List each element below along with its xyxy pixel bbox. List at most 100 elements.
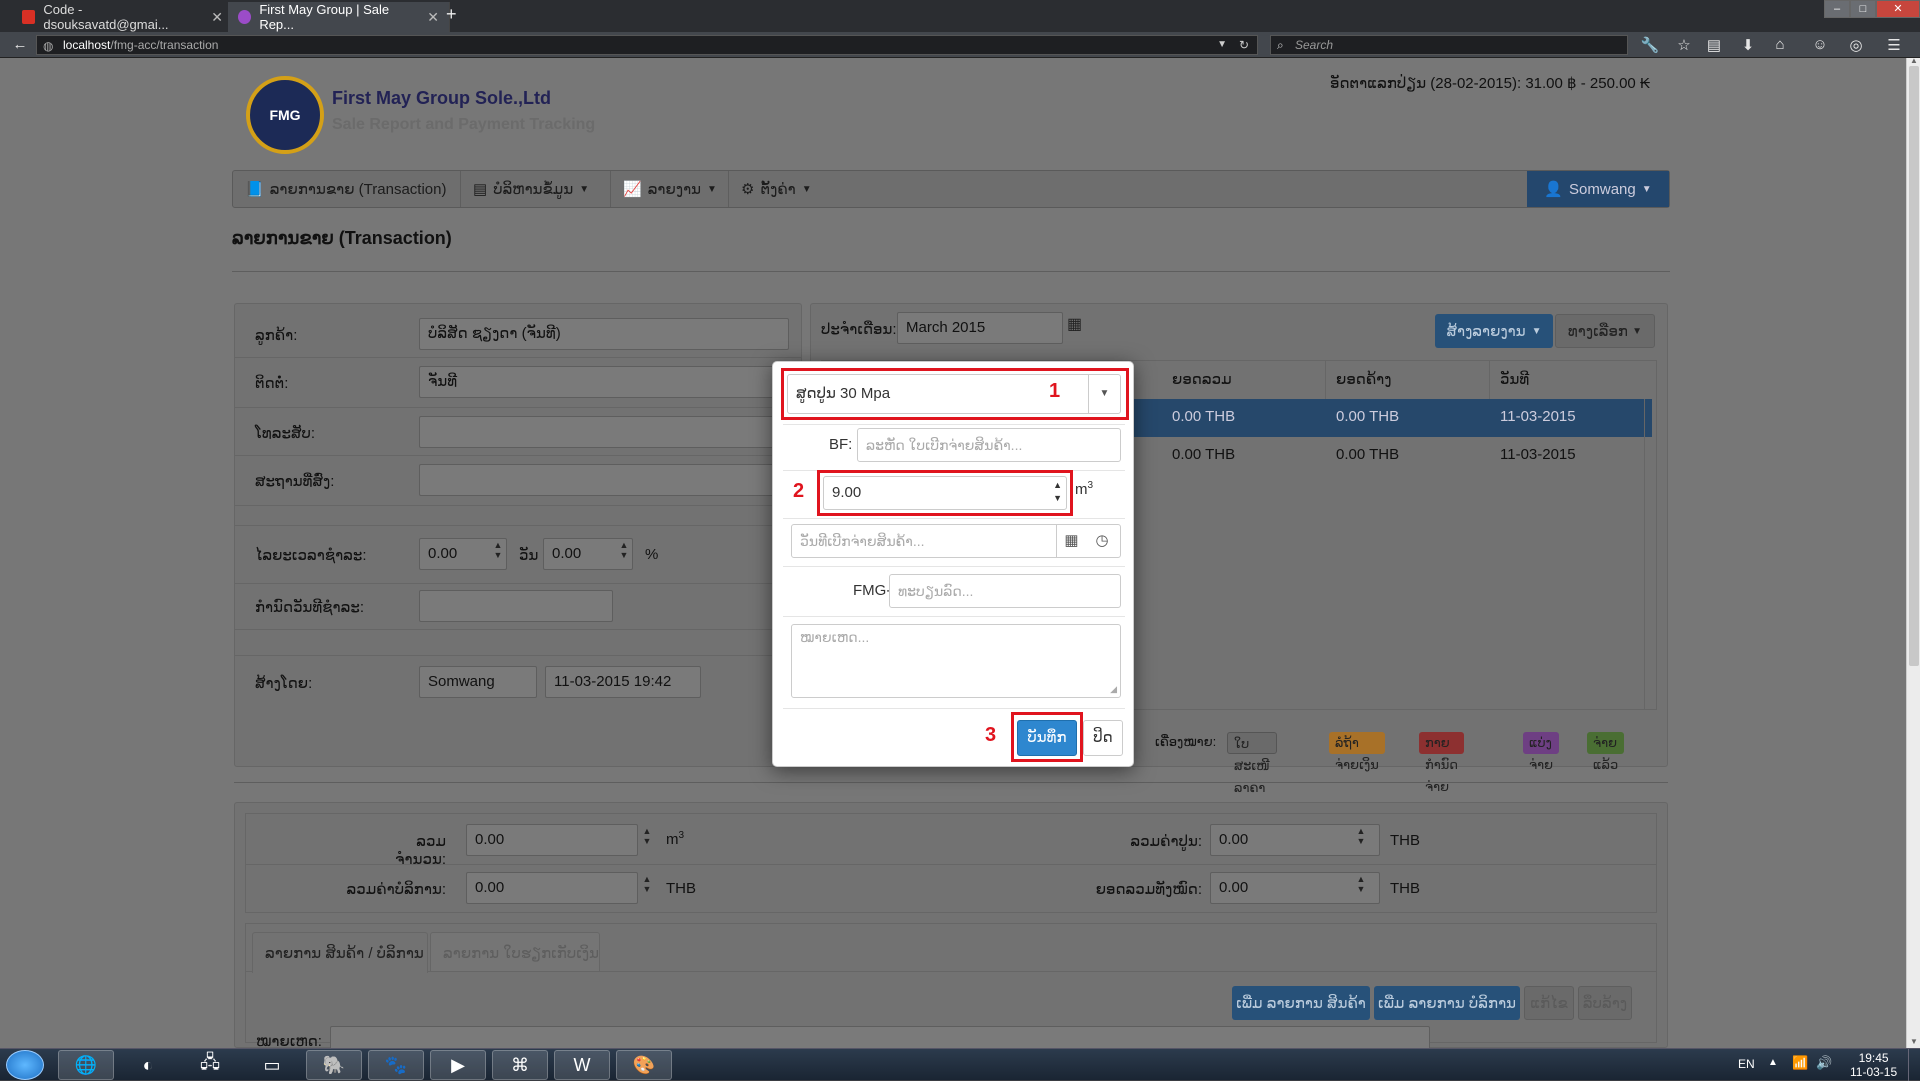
stepper-icon[interactable]: ▲ ▼: [638, 826, 656, 846]
options-button[interactable]: ທາງເລືອກ ▼: [1555, 314, 1655, 348]
stepper-icon[interactable]: ▲ ▼: [638, 874, 656, 894]
paw-app-taskbar-icon[interactable]: 🐾: [368, 1050, 424, 1080]
stepper-icon[interactable]: ▲ ▼: [1352, 826, 1370, 846]
resize-handle-icon[interactable]: ◢: [1110, 677, 1117, 701]
tab-invoices[interactable]: ລາຍການ ໃບຮຽກເກັບເງິນ: [430, 932, 600, 972]
annotation-box-2: [817, 470, 1073, 516]
close-tab-icon[interactable]: ✕: [211, 9, 223, 26]
calendar-icon[interactable]: ▦: [1056, 525, 1086, 557]
show-hidden-icons-icon[interactable]: ▲: [1768, 1057, 1778, 1068]
main-menu: 📘 ລາຍການຂາຍ (Transaction) ▤ ບໍລິຫານຂໍ້ມູ…: [232, 170, 1670, 208]
volume-icon[interactable]: 🔊: [1816, 1055, 1832, 1071]
annotation-box-1: [781, 368, 1129, 420]
table-scrollbar[interactable]: [1644, 399, 1656, 709]
browser-tab-fmg[interactable]: First May Group | Sale Rep... ✕: [228, 2, 450, 32]
minimize-icon[interactable]: –: [1824, 0, 1850, 18]
url-path: /fmg-acc/transaction: [110, 38, 219, 52]
menu-item-reports[interactable]: 📈 ລາຍງານ ▼: [611, 171, 729, 207]
due-date-label: ກຳນົດວັນທີຊຳລະ:: [255, 599, 364, 616]
bf-input[interactable]: ລະຫັດ ໃບເບີກຈ່າຍສິນຄ້າ...: [857, 428, 1121, 462]
url-dropdown-icon[interactable]: ▼: [1217, 36, 1227, 54]
home-icon[interactable]: ⌂: [1770, 36, 1790, 53]
site-input[interactable]: [419, 464, 789, 496]
issue-date-input[interactable]: ວັນທີເບີກຈ່າຍສິນຄ້າ... ▦ ◷: [791, 524, 1121, 558]
tab-products-services[interactable]: ລາຍການ ສິນຄ້າ / ບໍລິການ: [252, 932, 428, 973]
scrollbar-thumb[interactable]: [1909, 66, 1919, 666]
service-total-input[interactable]: 0.00: [466, 872, 638, 904]
close-button[interactable]: ປິດ: [1083, 720, 1123, 756]
book-icon: 📘: [245, 181, 264, 198]
network-signal-icon[interactable]: 📶: [1792, 1055, 1808, 1071]
calendar-icon[interactable]: ▦: [1067, 314, 1082, 334]
customer-input[interactable]: ບໍລິສັດ ຊຽງດາ (ຈັນທີ): [419, 318, 789, 350]
totals-panel: ລວມຈຳນວນ: 0.00 ▲ ▼ m3 ລວມຄ່າປູນ: 0.00 ▲ ▼ …: [234, 802, 1668, 1048]
qty-total-input[interactable]: 0.00: [466, 824, 638, 856]
annotation-box-3: [1011, 712, 1083, 762]
browser-tab-gmail[interactable]: Code - dsouksavatd@gmai... ✕: [12, 2, 234, 32]
menu-icon[interactable]: ☰: [1884, 36, 1904, 54]
reload-icon[interactable]: ↻: [1239, 36, 1249, 54]
browser-search-input[interactable]: ⌕ Search: [1270, 35, 1628, 55]
user-menu-button[interactable]: 👤 Somwang ▼: [1527, 171, 1669, 207]
powershell-taskbar-icon[interactable]: ▶: [430, 1050, 486, 1080]
concrete-total-label: ລວມຄ່າປູນ:: [1130, 833, 1202, 850]
download-icon[interactable]: ⬇: [1738, 36, 1758, 54]
menu-label: ບໍລິຫານຂໍ້ມູນ: [493, 181, 574, 198]
vscode-taskbar-icon[interactable]: ⌘: [492, 1050, 548, 1080]
note-textarea[interactable]: ໝາຍເຫດ... ◢: [791, 624, 1121, 698]
clock-icon[interactable]: ◷: [1088, 525, 1116, 557]
day-label: ວັນ: [519, 547, 539, 564]
paint-taskbar-icon[interactable]: 🎨: [616, 1050, 672, 1080]
period-input[interactable]: March 2015: [897, 312, 1063, 344]
back-icon[interactable]: ←: [10, 36, 30, 53]
clock[interactable]: 19:45 11-03-15: [1850, 1051, 1897, 1079]
service-total-label: ລວມຄ່າບໍລິການ:: [346, 881, 446, 898]
stepper-icon[interactable]: ▲ ▼: [615, 540, 633, 560]
stepper-icon[interactable]: ▲ ▼: [1352, 874, 1370, 894]
menu-label: ລາຍງານ: [647, 181, 702, 198]
menu-item-data-management[interactable]: ▤ ບໍລິຫານຂໍ້ມູນ ▼: [461, 171, 611, 207]
language-indicator[interactable]: EN: [1738, 1057, 1755, 1071]
chat-icon[interactable]: ☺: [1810, 36, 1830, 53]
stepper-icon[interactable]: ▲ ▼: [489, 540, 507, 560]
close-window-icon[interactable]: ✕: [1876, 0, 1920, 18]
network-taskbar-icon[interactable]: 🖧: [182, 1050, 238, 1080]
addon-icon[interactable]: ◎: [1846, 36, 1866, 54]
add-product-button[interactable]: ເພີ່ມ ລາຍການ ສິນຄ້າ: [1232, 986, 1370, 1020]
chevron-down-icon: ▼: [707, 183, 717, 195]
start-button[interactable]: [6, 1050, 44, 1080]
word-taskbar-icon[interactable]: W: [554, 1050, 610, 1080]
phone-input[interactable]: [419, 416, 789, 448]
close-tab-icon[interactable]: ✕: [427, 9, 439, 26]
firefox-taskbar-icon[interactable]: 🌐: [58, 1050, 114, 1080]
wrench-icon[interactable]: 🔧: [1640, 36, 1660, 54]
edit-button[interactable]: ແກ້ໄຂ: [1524, 986, 1574, 1020]
due-date-input[interactable]: [419, 590, 613, 622]
new-tab-button[interactable]: +: [446, 4, 457, 25]
show-desktop-button[interactable]: [1908, 1049, 1920, 1081]
add-service-button[interactable]: ເພີ່ມ ລາຍການ ບໍລິການ: [1374, 986, 1520, 1020]
scroll-down-icon[interactable]: ▼: [1910, 1037, 1918, 1046]
scroll-up-icon[interactable]: ▲: [1910, 56, 1918, 65]
items-section: ລາຍການ ສິນຄ້າ / ບໍລິການ ລາຍການ ໃບຮຽກເກັບ…: [245, 923, 1657, 1048]
options-label: ທາງເລືອກ: [1567, 323, 1628, 340]
create-report-button[interactable]: ສ້າງລາຍງານ ▼: [1435, 314, 1553, 348]
contact-input[interactable]: ຈັນທີ: [419, 366, 789, 398]
menu-item-settings[interactable]: ⚙ ຕັ້ງຄ່າ ▼: [729, 171, 829, 207]
created-by-label: ສ້າງໂດຍ:: [255, 675, 313, 692]
company-tagline: Sale Report and Payment Tracking: [332, 116, 596, 133]
reading-list-icon[interactable]: ▤: [1704, 36, 1724, 54]
bookmark-star-icon[interactable]: ☆: [1674, 36, 1694, 54]
qty-unit-text: m: [666, 831, 679, 848]
note-input[interactable]: [330, 1026, 1430, 1048]
menu-item-transaction[interactable]: 📘 ລາຍການຂາຍ (Transaction): [233, 171, 461, 207]
vehicle-plate-input[interactable]: ທະບຽນລົດ...: [889, 574, 1121, 608]
url-bar[interactable]: ◍ localhost/fmg-acc/transaction ▼ ↻: [36, 35, 1258, 55]
evernote-taskbar-icon[interactable]: 🐘: [306, 1050, 362, 1080]
delete-button[interactable]: ລຶບລ້າງ: [1578, 986, 1632, 1020]
eclipse-taskbar-icon[interactable]: ◐: [120, 1050, 176, 1080]
scanner-taskbar-icon[interactable]: ▭: [244, 1050, 300, 1080]
maximize-icon[interactable]: □: [1850, 0, 1876, 18]
page-scrollbar[interactable]: ▲ ▼: [1906, 56, 1920, 1048]
quantity-unit-text: m: [1075, 481, 1088, 498]
